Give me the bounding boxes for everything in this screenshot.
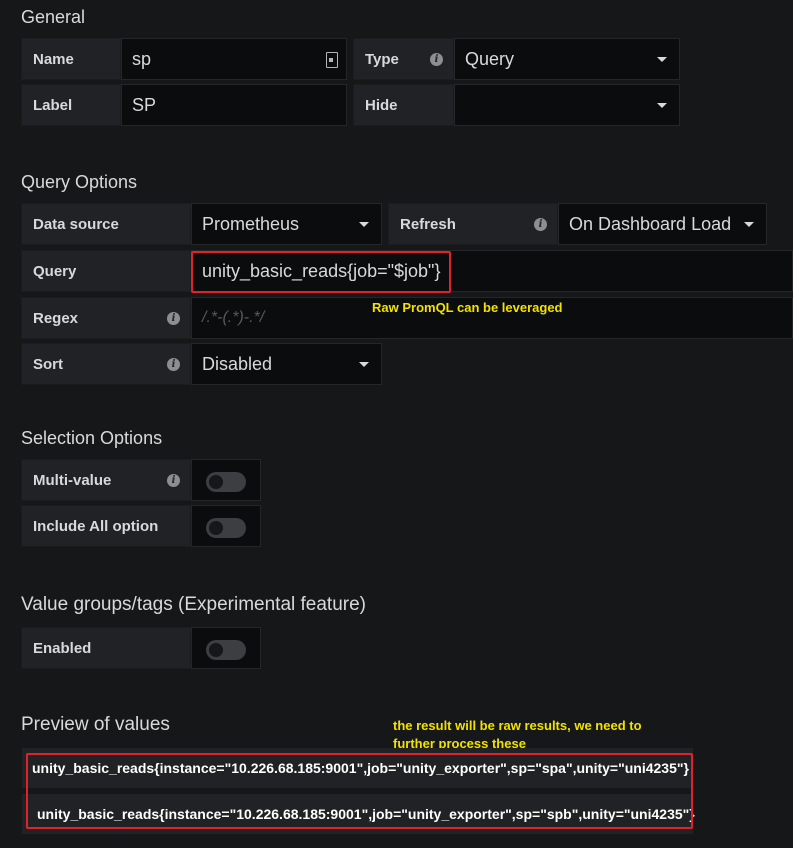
chevron-down-icon (657, 103, 667, 108)
document-icon (326, 52, 338, 68)
type-select[interactable]: Query (454, 38, 680, 80)
regex-label-text: Regex (33, 309, 79, 327)
include-all-toggle[interactable] (191, 505, 261, 547)
chevron-down-icon (744, 222, 754, 227)
sort-select-value: Disabled (202, 353, 273, 374)
multi-value-label: Multi-value i (21, 459, 191, 501)
chevron-down-icon (359, 222, 369, 227)
query-highlight-box (191, 251, 451, 293)
sort-select[interactable]: Disabled (191, 343, 382, 385)
label-input-value: SP (132, 94, 157, 115)
name-input-value: sp (132, 48, 152, 69)
datasource-select-value: Prometheus (202, 213, 300, 234)
info-icon: i (430, 53, 443, 66)
annotation-preview-line1: the result will be raw results, we need … (393, 718, 642, 733)
section-title-value-groups: Value groups/tags (Experimental feature) (21, 594, 366, 615)
regex-placeholder: /.*-(.*)-.*/ (202, 309, 265, 326)
toggle-track (206, 518, 246, 538)
label-label: Label (21, 84, 121, 126)
include-all-label: Include All option (21, 505, 191, 547)
sort-label-text: Sort (33, 355, 63, 373)
info-icon: i (534, 218, 547, 231)
chevron-down-icon (657, 57, 667, 62)
type-label: Type i (353, 38, 454, 80)
enabled-label: Enabled (21, 627, 191, 669)
toggle-knob (209, 475, 223, 489)
toggle-track (206, 472, 246, 492)
refresh-select[interactable]: On Dashboard Load (558, 203, 767, 245)
info-icon: i (167, 358, 180, 371)
section-title-query-options: Query Options (21, 172, 138, 192)
info-icon: i (167, 474, 180, 487)
toggle-knob (209, 521, 223, 535)
name-input[interactable]: sp (121, 38, 347, 80)
hide-label: Hide (353, 84, 454, 126)
datasource-label: Data source (21, 203, 191, 245)
hide-select[interactable] (454, 84, 680, 126)
regex-label: Regex i (21, 297, 191, 339)
refresh-select-value: On Dashboard Load (569, 213, 732, 234)
section-title-general: General (21, 7, 86, 27)
name-label: Name (21, 38, 121, 80)
multi-value-toggle[interactable] (191, 459, 261, 501)
multi-value-label-text: Multi-value (33, 471, 112, 489)
section-title-preview: Preview of values (21, 714, 170, 735)
section-title-selection-options: Selection Options (21, 428, 163, 448)
query-label: Query (21, 250, 191, 292)
toggle-track (206, 640, 246, 660)
refresh-label: Refresh i (388, 203, 558, 245)
annotation-promql: Raw PromQL can be leveraged (372, 300, 563, 315)
type-select-value: Query (465, 48, 515, 69)
type-label-text: Type (365, 50, 399, 68)
sort-label: Sort i (21, 343, 191, 385)
datasource-select[interactable]: Prometheus (191, 203, 382, 245)
chevron-down-icon (359, 362, 369, 367)
preview-highlight-box (26, 753, 693, 829)
label-input[interactable]: SP (121, 84, 347, 126)
enabled-toggle[interactable] (191, 627, 261, 669)
toggle-knob (209, 643, 223, 657)
refresh-label-text: Refresh (400, 215, 456, 233)
info-icon: i (167, 312, 180, 325)
